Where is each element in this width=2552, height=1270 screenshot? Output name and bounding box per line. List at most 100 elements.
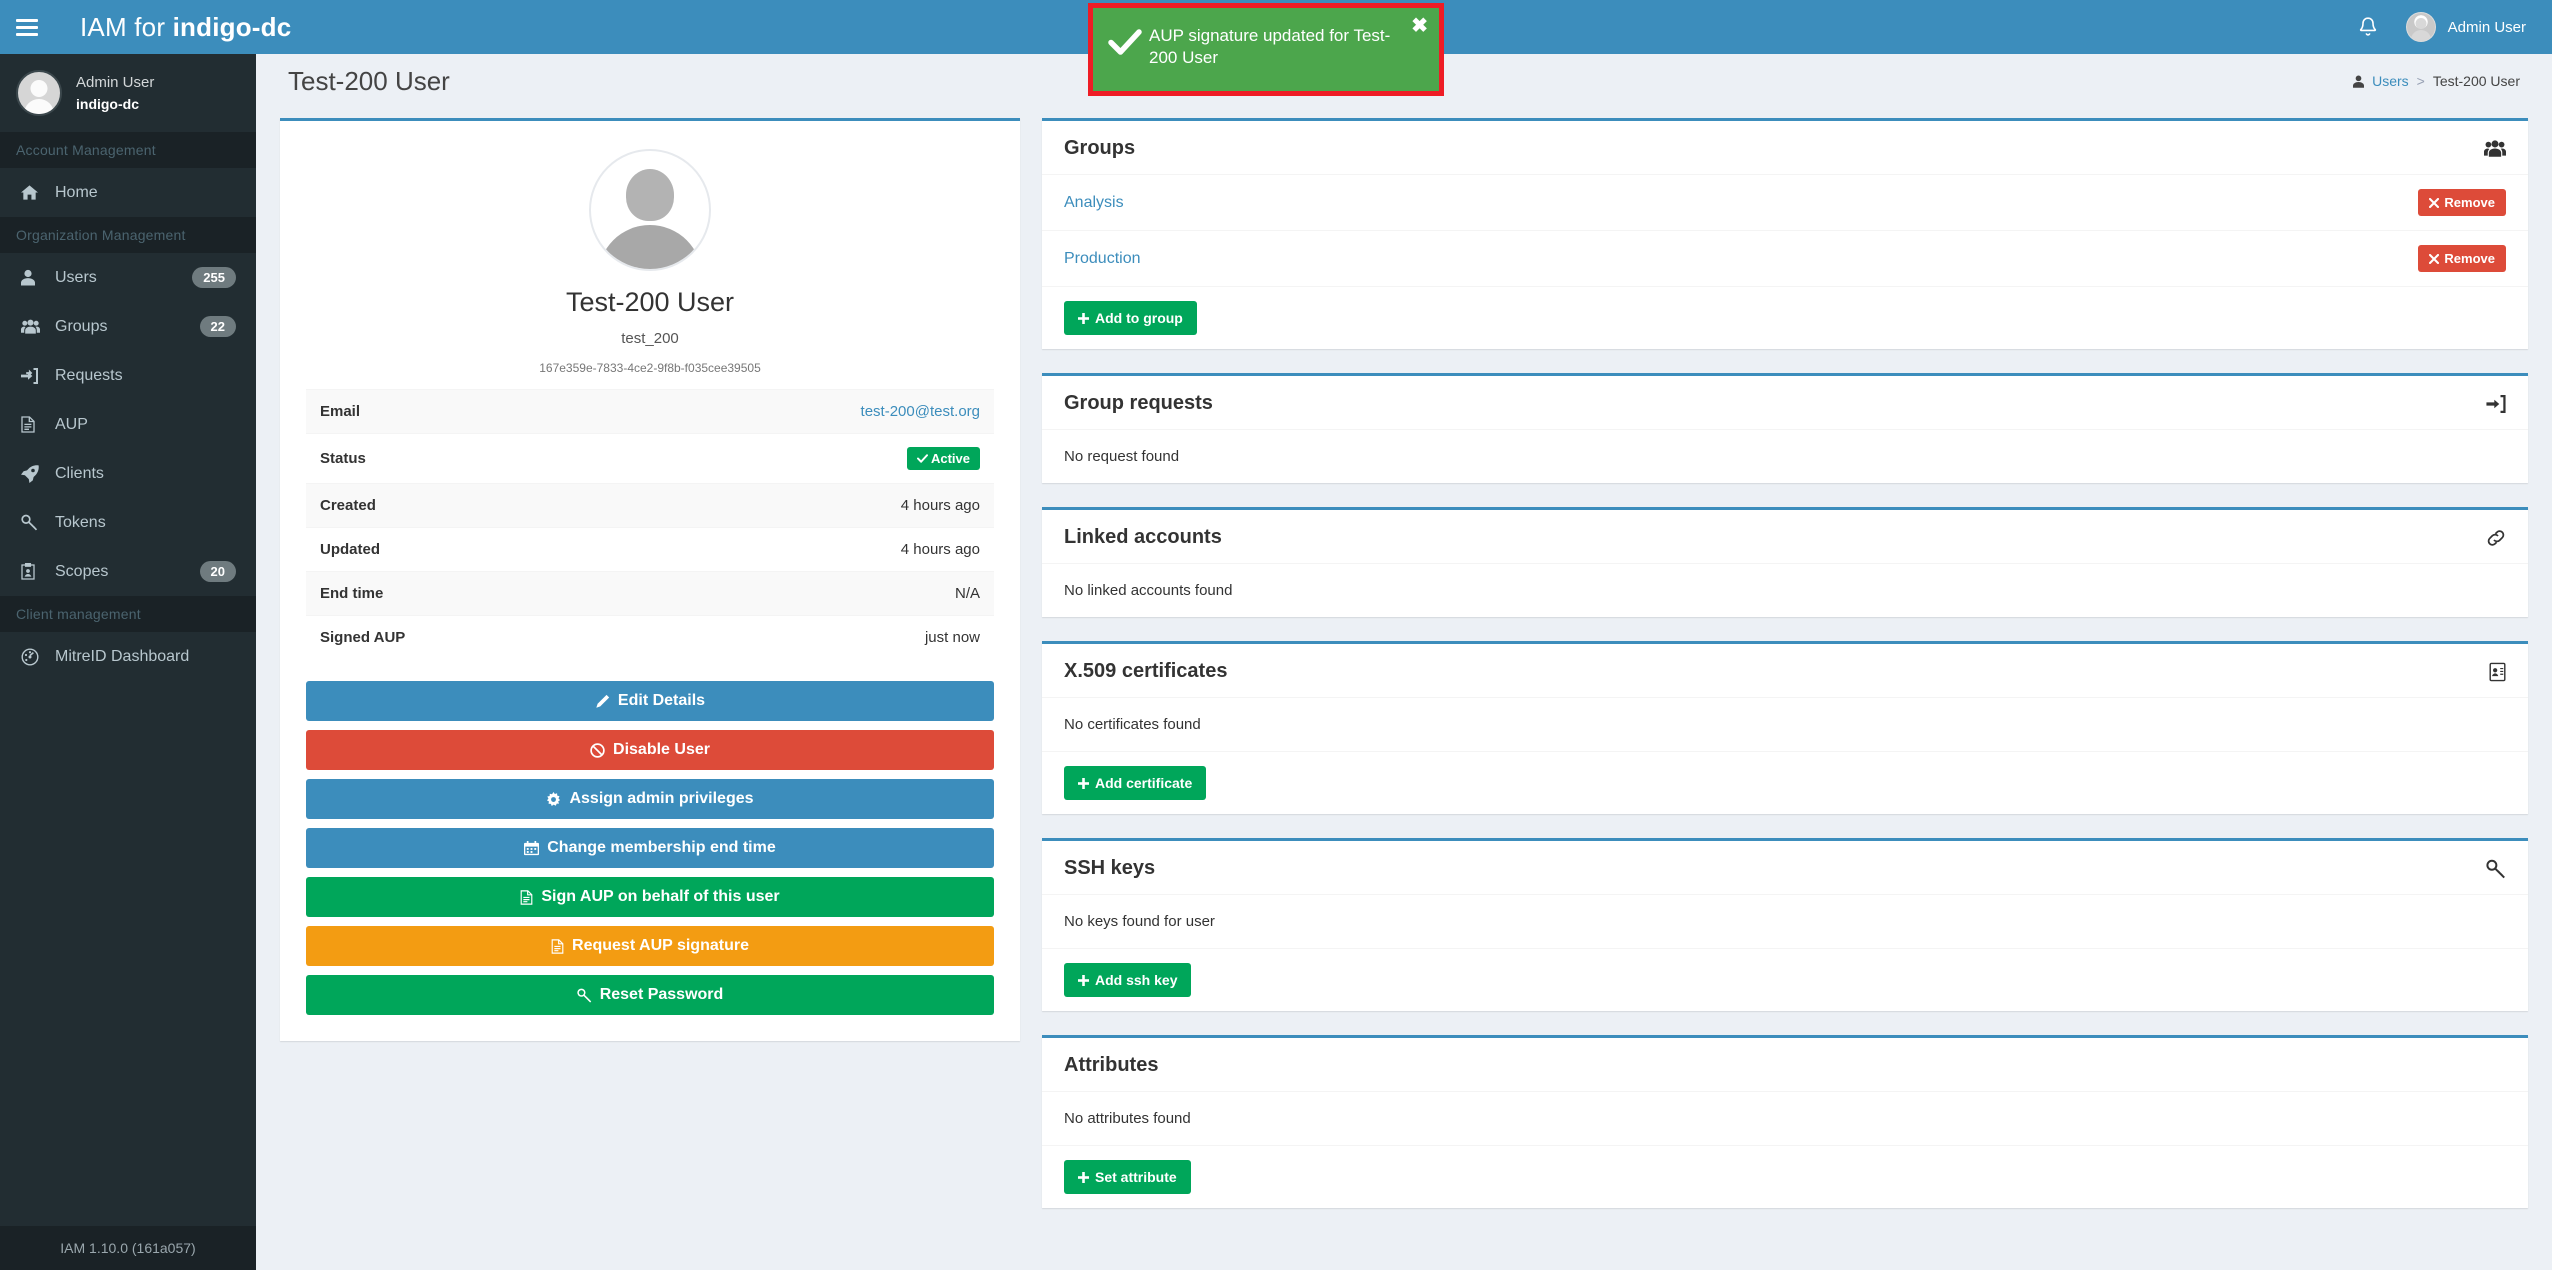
- button-label: Sign AUP on behalf of this user: [541, 888, 780, 905]
- avatar: [16, 70, 62, 116]
- sidebar-item-aup[interactable]: AUP: [0, 400, 256, 449]
- sidebar-section-account-management: Account Management: [0, 132, 256, 168]
- sidebar-badge-groups: 22: [199, 316, 236, 337]
- user-icon: [2353, 75, 2365, 88]
- sidebar-badge-users: 255: [192, 267, 236, 288]
- panel-title: Attributes: [1064, 1054, 1159, 1076]
- group-requests-panel: Group requests No request found: [1042, 373, 2528, 483]
- panel-title: X.509 certificates: [1064, 660, 1228, 682]
- key-icon: [576, 988, 592, 1003]
- navbar-user-menu[interactable]: Admin User: [2396, 0, 2552, 54]
- info-key: Created: [320, 497, 376, 514]
- table-row: Signed AUP just now: [306, 615, 994, 660]
- file-text-icon: [551, 938, 564, 954]
- change-membership-end-time-button[interactable]: Change membership end time: [306, 828, 994, 868]
- reset-password-button[interactable]: Reset Password: [306, 975, 994, 1015]
- toast-highlight-frame: AUP signature updated for Test-200 User …: [1088, 3, 1444, 96]
- empty-message: No linked accounts found: [1042, 563, 2528, 617]
- groups-panel-body: Analysis Remove Production Remove Add to…: [1042, 174, 2528, 349]
- sidebar-item-label: Users: [55, 268, 97, 286]
- sidebar-item-requests[interactable]: Requests: [0, 351, 256, 400]
- sidebar-toggle-button[interactable]: [0, 0, 54, 54]
- email-link[interactable]: test-200@test.org: [861, 403, 980, 420]
- file-text-icon: [21, 416, 55, 433]
- button-label: Change membership end time: [547, 839, 776, 856]
- sidebar-item-label: Groups: [55, 317, 108, 335]
- x509-panel-body: No certificates found Add certificate: [1042, 697, 2528, 814]
- add-certificate-button[interactable]: Add certificate: [1064, 766, 1207, 800]
- set-attribute-button[interactable]: Set attribute: [1064, 1160, 1191, 1194]
- user-action-buttons: Edit Details Disable User Assign admin p…: [306, 681, 994, 1015]
- groups-panel: Groups Analysis Remove Production Remove…: [1042, 118, 2528, 349]
- panel-title: Groups: [1064, 137, 1136, 159]
- button-label: Add to group: [1095, 310, 1183, 326]
- add-to-group-button[interactable]: Add to group: [1064, 301, 1197, 335]
- button-label: Request AUP signature: [572, 937, 749, 954]
- sidebar-item-mitreid-dashboard[interactable]: MitreID Dashboard: [0, 632, 256, 681]
- sidebar: Admin User indigo-dc Account Management …: [0, 54, 256, 1270]
- sidebar-item-label: Requests: [55, 366, 123, 384]
- sidebar-item-label: MitreID Dashboard: [55, 647, 190, 665]
- info-value: just now: [924, 629, 980, 646]
- sign-aup-on-behalf-button[interactable]: Sign AUP on behalf of this user: [306, 877, 994, 917]
- assign-admin-privileges-button[interactable]: Assign admin privileges: [306, 779, 994, 819]
- linked-accounts-panel-header: Linked accounts: [1042, 510, 2528, 563]
- sidebar-user-panel[interactable]: Admin User indigo-dc: [0, 54, 256, 132]
- remove-group-button[interactable]: Remove: [2418, 245, 2506, 272]
- sidebar-item-label: Scopes: [55, 562, 109, 580]
- sidebar-item-home[interactable]: Home: [0, 168, 256, 217]
- sidebar-item-clients[interactable]: Clients: [0, 449, 256, 498]
- group-link[interactable]: Analysis: [1064, 194, 1124, 212]
- info-key: Status: [320, 450, 366, 467]
- edit-details-button[interactable]: Edit Details: [306, 681, 994, 721]
- table-row: Analysis Remove: [1042, 174, 2528, 230]
- sidebar-item-label: Clients: [55, 464, 104, 482]
- table-row: Updated 4 hours ago: [306, 527, 994, 572]
- calendar-icon: [524, 840, 540, 856]
- right-column: Groups Analysis Remove Production Remove…: [1042, 118, 2528, 1232]
- button-label: Disable User: [613, 741, 710, 758]
- user-icon: [21, 269, 55, 286]
- plus-icon: [1078, 777, 1089, 789]
- check-icon: [916, 454, 928, 463]
- groups-panel-header: Groups: [1042, 121, 2528, 174]
- notifications-button[interactable]: [2340, 0, 2396, 54]
- close-icon[interactable]: ✖: [1411, 16, 1428, 36]
- add-ssh-key-button[interactable]: Add ssh key: [1064, 963, 1192, 997]
- users-group-icon: [2484, 139, 2506, 158]
- request-aup-signature-button[interactable]: Request AUP signature: [306, 926, 994, 966]
- app-brand[interactable]: IAM for indigo-dc: [80, 12, 291, 43]
- breadcrumb-separator: >: [2416, 73, 2425, 89]
- sidebar-item-scopes[interactable]: Scopes 20: [0, 547, 256, 596]
- toast-notification: AUP signature updated for Test-200 User …: [1093, 8, 1439, 91]
- empty-message: No certificates found: [1042, 697, 2528, 751]
- button-label: Reset Password: [599, 986, 724, 1003]
- file-text-icon: [520, 889, 533, 905]
- group-link[interactable]: Production: [1064, 250, 1141, 268]
- sidebar-item-label: Tokens: [55, 513, 106, 531]
- info-key: Email: [320, 403, 361, 420]
- breadcrumb-users-link[interactable]: Users: [2372, 73, 2409, 89]
- breadcrumb-current: Test-200 User: [2432, 73, 2520, 89]
- remove-group-button[interactable]: Remove: [2418, 189, 2506, 216]
- sidebar-user-name: Admin User: [76, 73, 155, 91]
- toast-message: AUP signature updated for Test-200 User: [1149, 26, 1391, 68]
- sidebar-item-users[interactable]: Users 255: [0, 253, 256, 302]
- info-key: Updated: [320, 541, 380, 558]
- sidebar-item-groups[interactable]: Groups 22: [0, 302, 256, 351]
- navbar-right-area: Admin User: [2340, 0, 2552, 54]
- group-requests-panel-body: No request found: [1042, 429, 2528, 483]
- disable-user-button[interactable]: Disable User: [306, 730, 994, 770]
- times-icon: [2429, 253, 2440, 264]
- x509-panel-footer: Add certificate: [1042, 751, 2528, 814]
- key-icon: [21, 514, 55, 531]
- sidebar-item-label: AUP: [55, 415, 88, 433]
- info-value: 4 hours ago: [900, 541, 980, 558]
- left-column: Test-200 User test_200 167e359e-7833-4ce…: [280, 118, 1020, 1065]
- info-value: test-200@test.org: [605, 390, 994, 434]
- group-requests-panel-header: Group requests: [1042, 376, 2528, 429]
- sidebar-item-tokens[interactable]: Tokens: [0, 498, 256, 547]
- ssh-keys-panel-footer: Add ssh key: [1042, 948, 2528, 1011]
- plus-icon: [1078, 1171, 1089, 1183]
- main-content: Test-200 User test_200 167e359e-7833-4ce…: [256, 108, 2552, 1226]
